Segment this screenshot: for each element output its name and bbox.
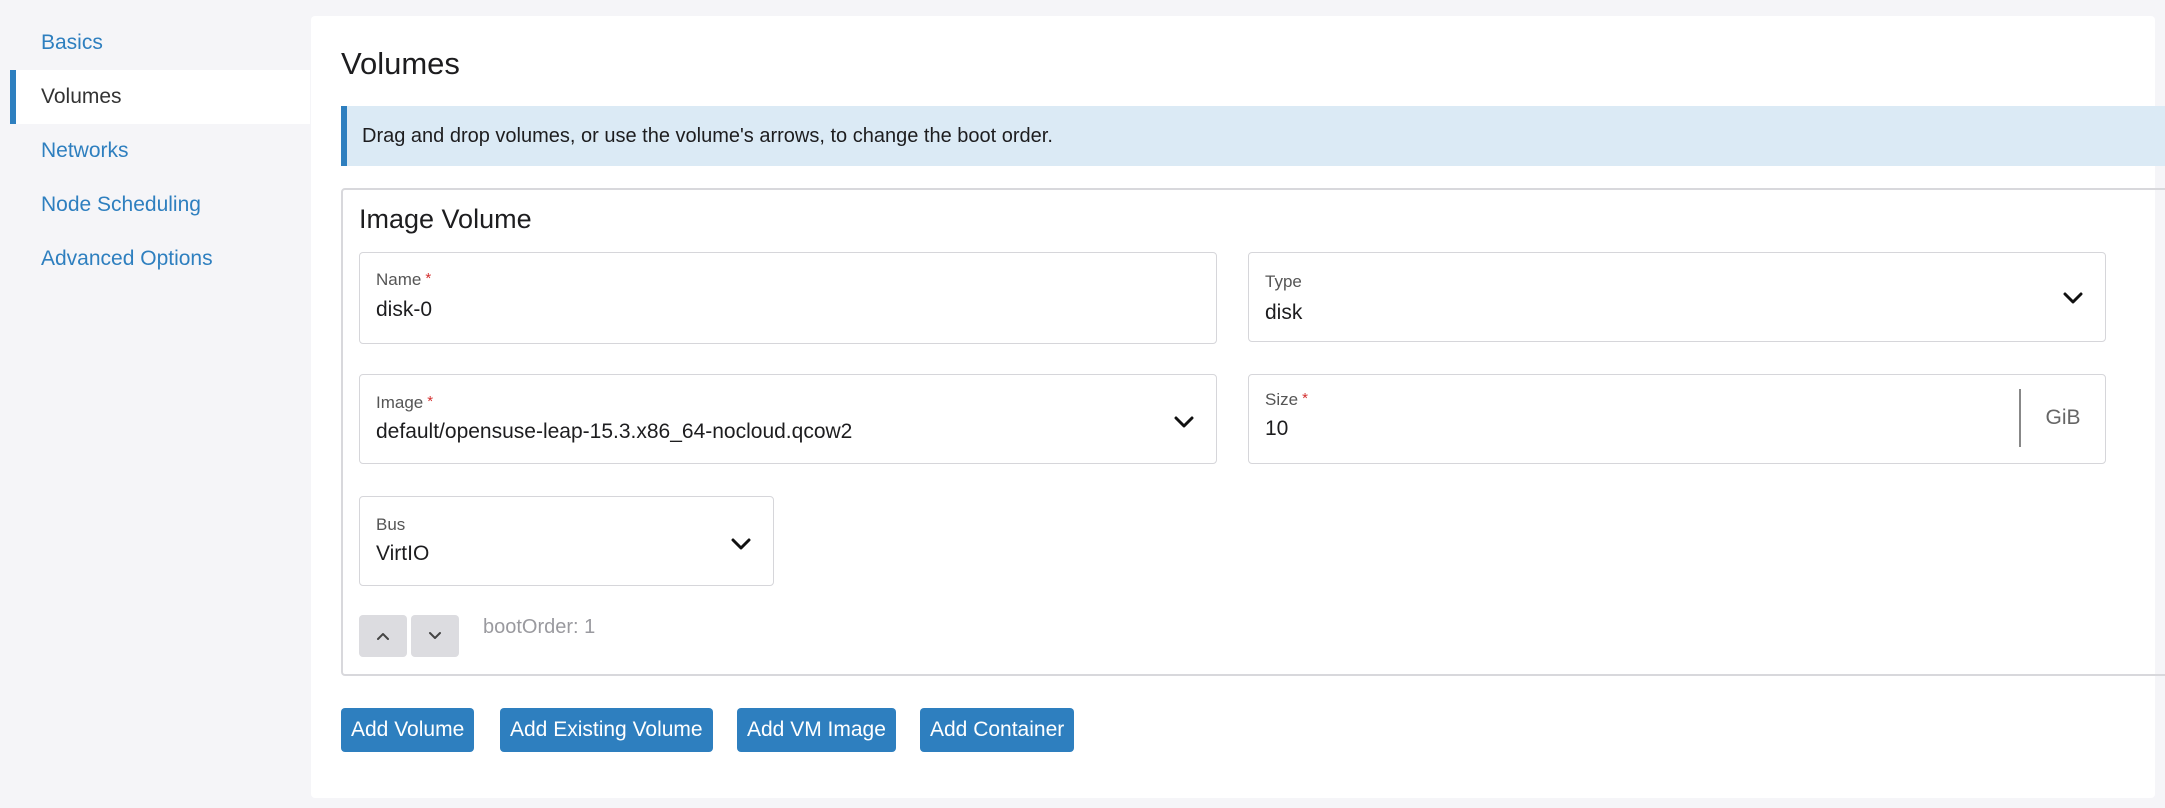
size-input[interactable]: 10 bbox=[1265, 417, 1288, 441]
type-select[interactable]: Type disk bbox=[1248, 252, 2106, 342]
size-label: Size * bbox=[1265, 390, 1308, 410]
info-banner: Drag and drop volumes, or use the volume… bbox=[341, 106, 2165, 166]
volume-card[interactable]: Image Volume Name * disk-0 Type disk Imag… bbox=[341, 188, 2165, 676]
required-mark: * bbox=[427, 393, 434, 410]
size-unit: GiB bbox=[2019, 389, 2105, 447]
sidebar-item-networks[interactable]: Networks bbox=[10, 124, 310, 178]
move-up-button[interactable] bbox=[359, 615, 407, 657]
arrow-up-icon bbox=[377, 633, 389, 640]
sidebar-item-volumes[interactable]: Volumes bbox=[10, 70, 310, 124]
add-container-button[interactable]: Add Container bbox=[920, 708, 1075, 752]
image-label: Image * bbox=[376, 393, 433, 413]
bus-select[interactable]: Bus VirtIO bbox=[359, 496, 774, 586]
boot-order-label: bootOrder: 1 bbox=[483, 616, 596, 638]
name-input[interactable]: disk-0 bbox=[376, 298, 432, 322]
main-panel: Volumes Drag and drop volumes, or use th… bbox=[311, 16, 2165, 798]
image-value: default/opensuse-leap-15.3.x86_64-noclou… bbox=[376, 420, 853, 443]
add-existing-volume-button[interactable]: Add Existing Volume bbox=[500, 708, 713, 752]
chevron-down-icon bbox=[731, 538, 751, 550]
sidebar-item-advanced-options[interactable]: Advanced Options bbox=[10, 232, 310, 286]
page-title: Volumes bbox=[341, 46, 460, 81]
name-label-text: Name bbox=[376, 270, 422, 289]
chevron-down-icon bbox=[2063, 292, 2083, 304]
sidebar-item-basics[interactable]: Basics bbox=[10, 16, 310, 70]
size-field[interactable]: Size * 10 GiB bbox=[1248, 374, 2106, 464]
required-mark: * bbox=[425, 270, 432, 287]
size-label-text: Size bbox=[1265, 390, 1299, 409]
image-label-text: Image bbox=[376, 393, 424, 412]
volume-card-title: Image Volume bbox=[359, 204, 532, 234]
bus-label: Bus bbox=[376, 515, 406, 534]
arrow-down-icon bbox=[429, 632, 441, 639]
name-field[interactable]: Name * disk-0 bbox=[359, 252, 1217, 344]
type-value: disk bbox=[1265, 301, 1303, 324]
type-label: Type bbox=[1265, 272, 1302, 291]
required-mark: * bbox=[1302, 390, 1308, 407]
sidebar-item-node-scheduling[interactable]: Node Scheduling bbox=[10, 178, 310, 232]
image-select[interactable]: Image * default/opensuse-leap-15.3.x86_64… bbox=[359, 374, 1217, 464]
move-down-button[interactable] bbox=[411, 615, 459, 657]
sidebar: Basics Volumes Networks Node Scheduling … bbox=[10, 16, 310, 286]
bus-value: VirtIO bbox=[376, 542, 430, 565]
add-volume-button[interactable]: Add Volume bbox=[341, 708, 475, 752]
add-vm-image-button[interactable]: Add VM Image bbox=[737, 708, 896, 752]
chevron-down-icon bbox=[1174, 416, 1194, 428]
name-label: Name * bbox=[376, 270, 431, 290]
